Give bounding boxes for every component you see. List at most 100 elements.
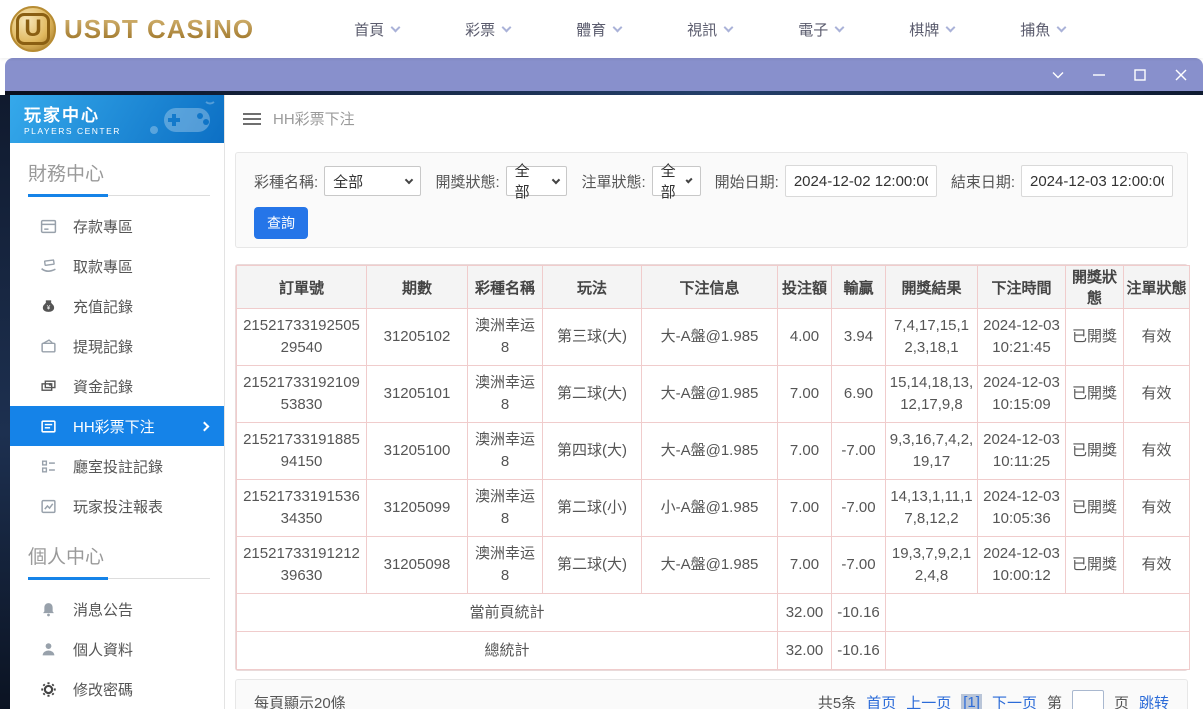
hand-money-icon: [40, 258, 57, 275]
cell-period: 31205101: [366, 365, 468, 423]
cell-bet-info: 小-A盤@1.985: [641, 479, 778, 537]
col-draw-status: 開獎狀態: [1065, 265, 1124, 309]
bet-list-icon: [40, 418, 57, 435]
sidebar-item-label: 提現記錄: [73, 338, 134, 356]
sidebar-item-hh-lottery-bet[interactable]: HH彩票下注: [10, 406, 224, 446]
nav-item-slots[interactable]: 電子: [798, 19, 845, 40]
prev-page-link[interactable]: 上一页: [906, 692, 951, 709]
bet-table-panel: 訂單號 期數 彩種名稱 玩法 下注信息 投注額 輸贏 開獎結果 下注時間 開獎狀…: [235, 264, 1190, 671]
cell-bet-time: 2024-12-03 10:21:45: [977, 308, 1066, 366]
bet-table: 訂單號 期數 彩種名稱 玩法 下注信息 投注額 輸贏 開獎結果 下注時間 開獎狀…: [236, 265, 1190, 670]
sidebar-item-label: 個人資料: [73, 641, 134, 659]
cell-bet-time: 2024-12-03 10:11:25: [977, 422, 1066, 480]
gear-icon: [40, 681, 57, 698]
nav-item-sports[interactable]: 體育: [576, 19, 623, 40]
nav-item-live-video[interactable]: 視訊: [687, 19, 734, 40]
window-collapse-button[interactable]: [1046, 64, 1070, 86]
draw-status-select[interactable]: 全部: [505, 163, 568, 201]
section-personal-center: 個人中心: [28, 542, 210, 580]
cell-bet-info: 大-A盤@1.985: [641, 365, 778, 423]
col-order-status: 注單狀態: [1123, 265, 1190, 309]
cell-order-no: 2152173319210953830: [236, 365, 367, 423]
maximize-icon: [1134, 68, 1146, 81]
sidebar-item-profile[interactable]: 個人資料: [10, 629, 224, 669]
bell-icon: [40, 601, 57, 618]
next-page-link[interactable]: 下一页: [992, 692, 1037, 709]
first-page-link[interactable]: 首页: [866, 692, 896, 709]
cell-period: 31205098: [366, 536, 468, 594]
person-icon: [40, 641, 57, 658]
sidebar-header: 玩家中心 PLAYERS CENTER: [10, 95, 224, 143]
banknotes-icon: [40, 378, 57, 395]
col-period: 期數: [366, 265, 468, 309]
total-count-text: 共5条: [817, 694, 857, 709]
sidebar-item-withdrawal-record[interactable]: 提現記錄: [10, 326, 224, 366]
window-maximize-button[interactable]: [1128, 64, 1152, 86]
cell-lottery-name: 澳洲幸运8: [467, 365, 543, 423]
sidebar-item-deposit[interactable]: 存款專區: [10, 206, 224, 246]
cell-lottery-name: 澳洲幸运8: [467, 536, 543, 594]
grand-summary-row: 總統計 32.00 -10.16: [236, 631, 1190, 670]
chevron-down-icon: [501, 22, 512, 32]
nav-item-lottery[interactable]: 彩票: [465, 19, 512, 40]
col-bet-amount: 投注額: [777, 265, 832, 309]
nav-item-home[interactable]: 首頁: [354, 19, 401, 40]
sidebar-item-withdraw[interactable]: 取款專區: [10, 246, 224, 286]
cell-order-no: 2152173319250529540: [236, 308, 367, 366]
nav-label: 電子: [798, 21, 829, 39]
table-row: 2152173319121239630 31205098 澳洲幸运8 第二球(大…: [236, 536, 1190, 594]
cell-win-loss: -7.00: [831, 422, 886, 480]
chevron-down-icon: [723, 22, 734, 32]
cell-bet-time: 2024-12-03 10:15:09: [977, 365, 1066, 423]
cell-play-type: 第二球(大): [542, 365, 642, 423]
jump-button[interactable]: 跳转: [1139, 692, 1169, 709]
nav-item-chess[interactable]: 棋牌: [909, 19, 956, 40]
nav-item-fishing[interactable]: 捕魚: [1020, 19, 1067, 40]
col-order-no: 訂單號: [236, 265, 367, 309]
cell-play-type: 第二球(大): [542, 536, 642, 594]
chevron-right-icon: [199, 421, 210, 431]
money-bag-icon: ¥: [40, 298, 57, 315]
chevron-down-icon: [405, 175, 414, 185]
cell-order-no: 2152173319121239630: [236, 536, 367, 594]
nav-label: 棋牌: [909, 21, 940, 39]
start-date-input[interactable]: [784, 165, 937, 197]
cell-play-type: 第二球(小): [542, 479, 642, 537]
table-row: 2152173319210953830 31205101 澳洲幸运8 第二球(大…: [236, 365, 1190, 423]
sidebar-item-change-password[interactable]: 修改密碼: [10, 669, 224, 709]
cell-lottery-name: 澳洲幸运8: [467, 308, 543, 366]
end-date-input[interactable]: [1021, 165, 1173, 197]
order-status-select[interactable]: 全部: [651, 163, 701, 201]
sidebar-item-room-bet-record[interactable]: 廳室投註記錄: [10, 446, 224, 486]
page-jump-input[interactable]: [1071, 690, 1104, 709]
page-size-text: 每頁顯示20條: [254, 694, 346, 709]
personal-menu: 消息公告 個人資料 修改密碼: [10, 589, 224, 709]
cell-bet-amount: 4.00: [777, 308, 832, 366]
section-finance-center: 財務中心: [28, 159, 210, 197]
cell-bet-info: 大-A盤@1.985: [641, 536, 778, 594]
cell-play-type: 第三球(大): [542, 308, 642, 366]
search-button[interactable]: 查詢: [254, 207, 308, 239]
summary-bet-total: 32.00: [777, 631, 832, 670]
window-minimize-button[interactable]: [1087, 64, 1111, 86]
cell-order-status: 有效: [1123, 365, 1190, 423]
sidebar-item-label: 修改密碼: [73, 681, 134, 699]
site-logo[interactable]: U USDT CASINO: [10, 6, 254, 52]
cell-draw-result: 7,4,17,15,12,3,18,1: [885, 308, 978, 366]
menu-toggle-icon[interactable]: [243, 110, 261, 128]
summary-win-total: -10.16: [831, 631, 886, 670]
window-close-button[interactable]: [1169, 64, 1193, 86]
sidebar-item-funds-record[interactable]: 資金記錄: [10, 366, 224, 406]
cell-win-loss: -7.00: [831, 479, 886, 537]
sidebar-item-label: HH彩票下注: [73, 418, 155, 436]
nav-label: 首頁: [354, 21, 385, 39]
lottery-name-select[interactable]: 全部: [324, 166, 422, 196]
cell-order-status: 有效: [1123, 422, 1190, 480]
current-page-indicator: [1]: [961, 693, 982, 709]
chevron-down-icon: [612, 22, 623, 32]
logo-letter: U: [16, 13, 50, 45]
sidebar-item-label: 取款專區: [73, 258, 134, 276]
sidebar-item-recharge-record[interactable]: ¥ 充值記錄: [10, 286, 224, 326]
sidebar-item-player-bet-report[interactable]: 玩家投注報表: [10, 486, 224, 526]
sidebar-item-announcements[interactable]: 消息公告: [10, 589, 224, 629]
